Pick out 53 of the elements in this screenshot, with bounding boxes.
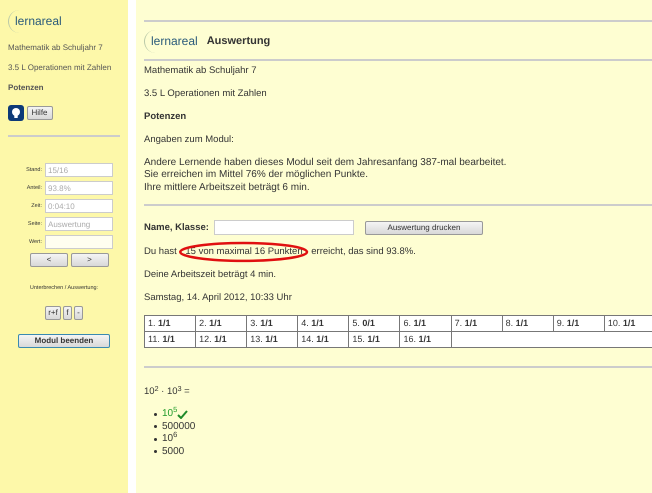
table-cell: 9. 1/1 [553,315,604,332]
small-button[interactable]: f [63,306,72,320]
answer-option[interactable]: 10$^{5}$ [162,408,178,420]
bullet-icon [154,450,157,454]
question-text: 10$^{2}$ · 10$^{3}$ = [144,386,191,398]
bullet-icon [154,412,157,416]
info-text: Ihre mittlere Arbeitszeit beträgt 6 min. [144,182,311,194]
table-cell: 1. 1/1 [144,315,196,332]
lightbulb-icon[interactable] [8,105,24,121]
name-label: Name, Klasse: [144,222,209,234]
answer-option[interactable]: 500000 [162,420,196,433]
unit-title: 3.5 L Operationen mit Zahlen [8,63,112,73]
help-button[interactable]: Hilfe [26,106,53,120]
logo: lernareal [8,10,66,33]
logo: lernareal [144,30,202,53]
table-cell: 13. 1/1 [246,331,298,348]
page-title: Auswertung [206,34,270,48]
table-cell: 8. 1/1 [502,315,554,332]
table-cell: 11. 1/1 [144,331,196,348]
info-heading: Angaben zum Modul: [144,134,235,146]
table-cell: 2. 1/1 [196,315,247,332]
end-module-button[interactable]: Modul beenden [18,334,110,348]
table-cell: 14. 1/1 [298,331,349,348]
previous-button[interactable]: < [30,253,68,267]
bullet-icon [154,425,157,428]
answer-option[interactable]: 5000 [162,446,184,458]
course-title: Mathematik ab Schuljahr 7 [8,43,104,53]
table-cell: 7. 1/1 [451,315,502,332]
table-cell: 3. 1/1 [246,315,298,332]
small-button[interactable]: r+f [45,306,61,320]
info-text: Andere Lernende haben dieses Modul seit dem Jahresanfang 387-mal bearbeitet. [144,156,508,169]
unit-title: 3.5 L Operationen mit Zahlen [144,88,268,100]
input-field[interactable] [45,235,113,249]
topic-title: Potenzen [8,83,45,93]
info-text: Sie erreichen im Mittel 76% der möglichen Punkte. [144,169,369,182]
course-title: Mathematik ab Schuljahr 7 [144,65,258,77]
topic-title: Potenzen [144,110,188,123]
date-text: Samstag, 14. April 2012, 10:33 Uhr [144,292,293,304]
table-cell: 16. 1/1 [400,331,452,348]
table-cell: 15. 1/1 [348,331,400,348]
name-field[interactable] [214,220,354,235]
answer-option[interactable]: 10$^{6}$ [162,433,178,446]
checkmark-icon [177,410,188,419]
table-cell: 10. 1/1 [604,315,652,332]
small-button[interactable]: - [74,306,83,320]
table-cell: 4. 1/1 [298,315,349,332]
bullet-icon [154,438,157,441]
print-button[interactable]: Auswertung drucken [364,220,483,234]
next-button[interactable]: > [70,253,108,267]
time-text: Deine Arbeitszeit beträgt 4 min. [144,268,278,281]
table-cell: 5. 0/1 [348,315,400,332]
table-cell: 12. 1/1 [196,331,247,348]
table-cell: 6. 1/1 [400,315,452,332]
